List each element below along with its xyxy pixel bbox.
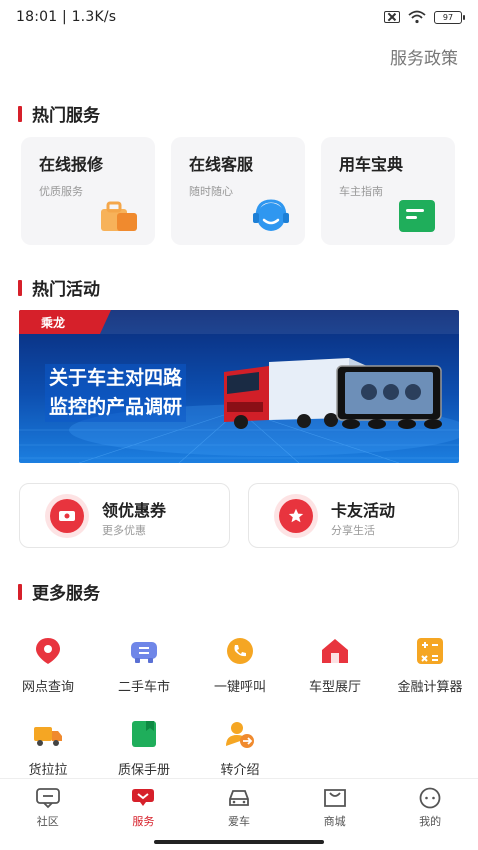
battery-indicator: 97 (434, 10, 465, 24)
card-online-support[interactable]: 在线客服 随时随心 (171, 137, 305, 245)
service-finance-calculator[interactable]: 金融计算器 (382, 636, 478, 696)
network-speed: 1.3K/s (71, 9, 117, 25)
nav-my-car[interactable]: 爱车 (191, 779, 287, 838)
section-marker (18, 279, 22, 296)
activity-banner[interactable]: 乘龙 关于车主对四路 监控的产品调研 (19, 310, 459, 463)
banner-headline-line1: 关于车主对四路 (45, 364, 187, 393)
coupon-icon (50, 499, 84, 533)
activity-title: 卡友活动 (331, 501, 396, 520)
card-title: 在线客服 (189, 155, 254, 174)
status-time: 18:01 (16, 9, 58, 25)
service-label: 货拉拉 (28, 763, 68, 778)
service-showroom[interactable]: 车型展厅 (287, 636, 383, 696)
status-bar: 18:01 | 1.3K/s 97 (0, 0, 478, 34)
trucker-activity-card[interactable]: 卡友活动 分享生活 (248, 483, 459, 548)
banner-brand-logo: 乘龙 (19, 310, 111, 334)
service-label: 质保手册 (117, 763, 170, 778)
location-pin-icon (36, 638, 60, 664)
nav-label: 社区 (36, 815, 59, 828)
nav-label: 商城 (323, 815, 346, 828)
bottom-nav: 社区 服务 爱车 商城 我的 (0, 778, 478, 838)
service-label: 车型展厅 (308, 680, 361, 695)
service-label: 转介绍 (220, 763, 260, 778)
monitor-illustration (336, 365, 442, 421)
service-label: 金融计算器 (397, 680, 463, 695)
wifi-icon (408, 10, 426, 24)
section-more-services-title: 更多服务 (32, 584, 100, 604)
service-one-key-call[interactable]: 一键呼叫 (192, 636, 288, 696)
nav-label: 服务 (132, 815, 155, 828)
card-title: 用车宝典 (339, 155, 404, 174)
status-icons: 97 (384, 10, 465, 24)
profile-icon (419, 787, 441, 809)
referral-icon (226, 722, 254, 748)
section-marker (18, 105, 22, 122)
banner-headline-line2: 监控的产品调研 (45, 393, 187, 422)
card-online-repair[interactable]: 在线报修 优质服务 (21, 137, 155, 245)
activity-subtitle: 分享生活 (331, 524, 375, 537)
toolbox-icon (101, 201, 137, 231)
section-hot-activities-title: 热门活动 (32, 280, 100, 300)
calculator-icon (417, 638, 443, 664)
community-icon (35, 788, 60, 809)
used-car-icon (131, 642, 157, 663)
service-outlet-search[interactable]: 网点查询 (0, 636, 96, 696)
showroom-icon (322, 639, 348, 663)
banner-headline: 关于车主对四路 监控的产品调研 (45, 364, 187, 422)
service-warranty-manual[interactable]: 质保手册 (96, 719, 192, 779)
coupon-title: 领优惠券 (102, 501, 167, 520)
nav-service[interactable]: 服务 (96, 779, 192, 838)
section-more-services: 更多服务 (18, 579, 100, 604)
delivery-truck-icon (34, 727, 62, 746)
battery-level: 97 (442, 12, 454, 22)
service-huolala[interactable]: 货拉拉 (0, 719, 96, 779)
guidebook-icon (399, 200, 435, 232)
no-sim-icon (384, 11, 400, 23)
status-time-speed: 18:01 | 1.3K/s (16, 9, 117, 25)
home-indicator[interactable] (154, 840, 324, 844)
headset-icon (253, 199, 289, 231)
nav-profile[interactable]: 我的 (382, 779, 478, 838)
coupon-subtitle: 更多优惠 (102, 524, 146, 537)
section-hot-activities: 热门活动 (18, 275, 100, 300)
service-label: 二手车市 (117, 680, 170, 695)
service-label: 网点查询 (21, 680, 74, 695)
star-icon (279, 499, 313, 533)
service-referral[interactable]: 转介绍 (192, 719, 288, 779)
phone-icon (227, 638, 253, 664)
nav-community[interactable]: 社区 (0, 779, 96, 838)
mall-icon (323, 789, 346, 807)
service-used-cars[interactable]: 二手车市 (96, 636, 192, 696)
car-icon (229, 790, 249, 806)
service-policy-link[interactable]: 服务政策 (390, 44, 458, 69)
section-hot-services: 热门服务 (18, 101, 100, 126)
service-label: 一键呼叫 (213, 680, 266, 695)
card-car-guide[interactable]: 用车宝典 车主指南 (321, 137, 455, 245)
section-hot-services-title: 热门服务 (32, 106, 100, 126)
section-marker (18, 583, 22, 600)
coupon-card[interactable]: 领优惠券 更多优惠 (19, 483, 230, 548)
nav-mall[interactable]: 商城 (287, 779, 383, 838)
nav-label: 我的 (419, 815, 442, 828)
warranty-book-icon (132, 721, 156, 747)
card-title: 在线报修 (39, 155, 104, 174)
service-icon (132, 789, 155, 806)
nav-label: 爱车 (227, 815, 250, 828)
